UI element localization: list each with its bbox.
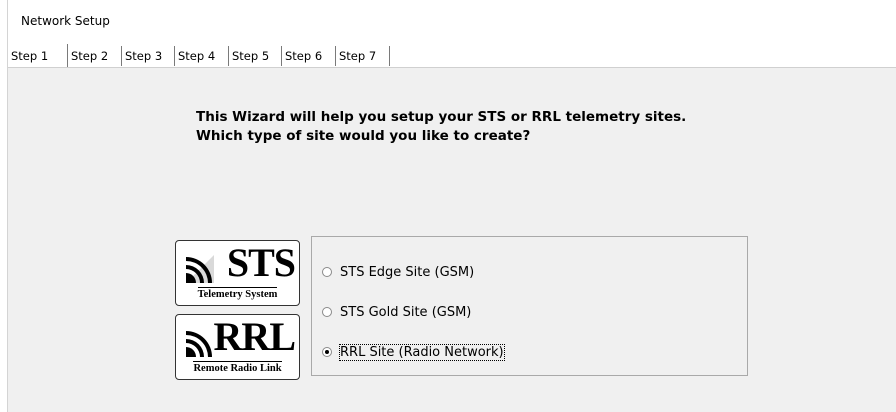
rrl-logo: RRL Remote Radio Link [175,314,300,380]
tab-label: Step 1 [11,49,49,63]
tab-label: Step 5 [232,49,270,63]
title-bar: Network Setup [8,0,896,38]
sts-logo-caption: Telemetry System [197,287,278,300]
sts-logo-word: STS [226,240,296,285]
radio-button[interactable] [322,267,332,277]
tab-step-3[interactable]: Step 3 [122,46,175,66]
option-sts-gold-site[interactable]: STS Gold Site (GSM) [322,303,471,321]
window-title: Network Setup [21,14,110,28]
radio-button[interactable] [322,307,332,317]
tab-label: Step 4 [178,49,216,63]
option-sts-edge-site[interactable]: STS Edge Site (GSM) [322,263,474,281]
rrl-logo-word: RRL [213,314,296,359]
sts-logo: STS Telemetry System [175,240,300,306]
intro-line-2: Which type of site would you like to cre… [196,128,531,144]
tab-label: Step 3 [125,49,163,63]
radio-button-selected[interactable] [322,347,332,357]
option-label: RRL Site (Radio Network) [339,343,505,361]
tab-step-1[interactable]: Step 1 [8,44,68,68]
intro-line-1: This Wizard will help you setup your STS… [196,109,687,125]
tab-step-2[interactable]: Step 2 [68,46,122,66]
rrl-logo-caption: Remote Radio Link [193,361,282,374]
option-label: STS Gold Site (GSM) [340,304,472,320]
sts-logo-caption-wrap: Telemetry System [176,287,299,300]
tab-step-4[interactable]: Step 4 [175,46,229,66]
tab-step-6[interactable]: Step 6 [282,46,336,66]
step-tabs: Step 1 Step 2 Step 3 Step 4 Step 5 Step … [8,44,896,68]
rrl-logo-caption-wrap: Remote Radio Link [176,361,299,374]
option-label: STS Edge Site (GSM) [340,264,475,280]
tab-label: Step 2 [71,49,109,63]
tab-step-5[interactable]: Step 5 [229,46,282,66]
option-rrl-site[interactable]: RRL Site (Radio Network) [322,343,505,361]
wizard-intro: This Wizard will help you setup your STS… [196,108,686,146]
tab-label: Step 6 [285,49,323,63]
tab-label: Step 7 [339,49,377,63]
site-type-options: STS Edge Site (GSM) STS Gold Site (GSM) … [311,236,748,376]
tab-step-7[interactable]: Step 7 [336,46,390,66]
